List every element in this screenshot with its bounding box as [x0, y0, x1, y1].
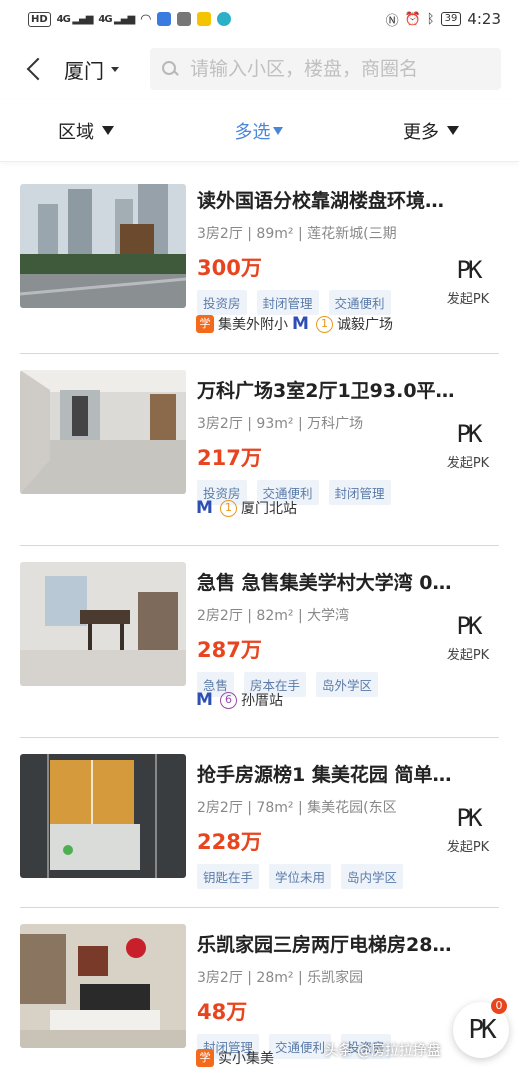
- metro-station: 诚毅广场: [337, 317, 393, 333]
- city-label: 厦门: [64, 58, 104, 83]
- app-icon-teal: [217, 12, 232, 26]
- listing-meta: 3房2厅 | 28m² | 乐凯家园: [197, 970, 364, 986]
- metro-line-badge: 1: [316, 315, 333, 333]
- signal-icon-2: 4G ▂▄▆: [98, 13, 135, 25]
- listing-item[interactable]: 急售 急售集美学村大学湾 0… 2房2厅 | 82m² | 大学湾 287万 急…: [20, 546, 499, 738]
- pk-icon: PK: [456, 804, 483, 832]
- bluetooth-icon: ᛒ: [426, 11, 435, 27]
- pk-label: 发起PK: [446, 456, 490, 471]
- pk-label: 发起PK: [446, 292, 490, 307]
- pk-label: 发起PK: [446, 840, 490, 855]
- app-icon-blue: [157, 12, 172, 26]
- metro-icon: [196, 498, 216, 518]
- search-input[interactable]: [190, 58, 501, 80]
- school-name: 实小集美: [218, 1051, 274, 1067]
- watermark: 头条 @房拉拉挣盘: [324, 1043, 441, 1059]
- filter-bar: 区域 多选 更多: [0, 100, 519, 162]
- nfc-icon: Ⓝ: [385, 13, 399, 29]
- listing-photo: [20, 370, 186, 494]
- listing-photo: [20, 924, 186, 1048]
- search-header: 厦门: [0, 38, 519, 100]
- school-icon: 学: [196, 315, 214, 333]
- alarm-icon: ⏰: [404, 11, 421, 27]
- listing-location-tags: 学 集美外附小 1 诚毅广场: [196, 314, 393, 334]
- wifi-icon: ◠: [140, 11, 152, 27]
- hd-icon: HD: [28, 11, 51, 27]
- listing-item[interactable]: 万科广场3室2厅1卫93.0平… 3房2厅 | 93m² | 万科广场 217万…: [20, 354, 499, 546]
- listing-location-tags: 6 孙厝站: [196, 690, 283, 710]
- listing-tag: 封闭管理: [256, 290, 319, 315]
- app-icon-gray: [177, 12, 192, 26]
- listing-location-tags: 1 厦门北站: [196, 498, 297, 518]
- school-name: 集美外附小: [218, 317, 288, 333]
- pk-label: 发起PK: [446, 648, 490, 663]
- start-pk-button[interactable]: PK 发起PK: [443, 804, 493, 855]
- listing-meta: 3房2厅 | 89m² | 莲花新城(三期: [197, 226, 397, 242]
- listing-tag: 岛外学区: [316, 672, 379, 697]
- listing-tag: 交通便利: [328, 290, 391, 315]
- search-icon: [162, 61, 178, 77]
- listing-title: 读外国语分校靠湖楼盘环境…: [197, 190, 445, 212]
- caret-down-icon: [111, 66, 119, 72]
- clock: 4:23: [467, 10, 501, 28]
- floating-pk-button[interactable]: PK 0: [453, 998, 509, 1058]
- listing-title: 抢手房源榜1 集美花园 简单…: [197, 764, 452, 786]
- start-pk-button[interactable]: PK 发起PK: [443, 420, 493, 471]
- school-icon: 学: [196, 1049, 214, 1067]
- caret-down-icon: [102, 126, 114, 135]
- listing-title: 万科广场3室2厅1卫93.0平…: [197, 380, 455, 402]
- listing-tag: 封闭管理: [328, 480, 391, 505]
- status-bar: HD 4G ▂▄▆ 4G ▂▄▆ ◠ Ⓝ ⏰ ᛒ 39 4:23: [0, 0, 519, 38]
- metro-line-badge: 6: [220, 691, 237, 709]
- metro-icon: [196, 690, 216, 710]
- start-pk-button[interactable]: PK 发起PK: [443, 612, 493, 663]
- listing-tag: 学位未用: [269, 864, 332, 889]
- metro-station: 厦门北站: [241, 501, 297, 517]
- pk-count-badge: 0: [491, 998, 507, 1014]
- listing-photo: [20, 184, 186, 308]
- listing-tag: 钥匙在手: [197, 864, 260, 889]
- start-pk-button[interactable]: PK 发起PK: [443, 256, 493, 307]
- app-icon-yellow: [197, 12, 212, 26]
- signal-icon-1: 4G ▂▄▆: [56, 13, 94, 25]
- filter-region-label: 区域: [58, 121, 94, 143]
- listing-photo: [20, 562, 186, 686]
- listing-photo: [20, 754, 186, 878]
- filter-multi-label: 多选: [234, 121, 271, 143]
- battery-icon: 39: [440, 12, 462, 26]
- listing-item[interactable]: 抢手房源榜1 集美花园 简单… 2房2厅 | 78m² | 集美花园(东区 22…: [20, 738, 499, 908]
- listing-tag: 岛内学区: [341, 864, 404, 889]
- metro-station: 孙厝站: [241, 693, 283, 709]
- listing-tag: 投资房: [197, 290, 247, 315]
- filter-more[interactable]: 更多: [403, 118, 459, 144]
- caret-down-icon: [447, 126, 459, 135]
- filter-region[interactable]: 区域: [58, 118, 114, 144]
- search-box[interactable]: [150, 48, 501, 90]
- pk-icon: PK: [456, 420, 483, 448]
- pk-icon: PK: [456, 612, 483, 640]
- listing-title: 急售 急售集美学村大学湾 0…: [197, 572, 452, 594]
- listing-tag: 交通便利: [269, 1034, 332, 1059]
- pk-icon: PK: [468, 1015, 496, 1045]
- pk-icon: PK: [456, 256, 483, 284]
- caret-down-icon: [272, 126, 283, 135]
- back-icon[interactable]: [22, 55, 50, 83]
- city-selector[interactable]: 厦门: [64, 55, 150, 84]
- filter-more-label: 更多: [403, 121, 439, 143]
- metro-line-badge: 1: [220, 499, 237, 517]
- filter-multi[interactable]: 多选: [235, 118, 283, 144]
- listing-list: 读外国语分校靠湖楼盘环境… 3房2厅 | 89m² | 莲花新城(三期 300万…: [0, 182, 519, 1080]
- listing-location-tags: 学 实小集美: [196, 1048, 274, 1068]
- listing-title: 乐凯家园三房两厅电梯房28…: [197, 934, 452, 956]
- listing-tags: 钥匙在手 学位未用 岛内学区: [197, 864, 499, 889]
- metro-icon: [292, 314, 312, 334]
- listing-item[interactable]: 读外国语分校靠湖楼盘环境… 3房2厅 | 89m² | 莲花新城(三期 300万…: [20, 182, 499, 354]
